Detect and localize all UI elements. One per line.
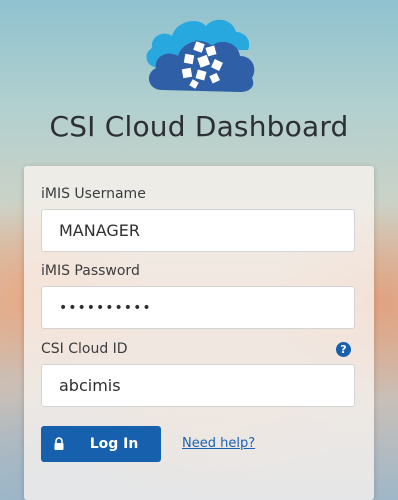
csi-cloud-logo	[140, 10, 258, 98]
username-input[interactable]: MANAGER	[41, 209, 355, 252]
password-label: iMIS Password	[41, 263, 140, 279]
page-title: CSI Cloud Dashboard	[49, 110, 349, 143]
username-value: MANAGER	[59, 221, 141, 240]
password-input[interactable]: ••••••••••	[41, 286, 355, 329]
cloud-id-input[interactable]: abcimis	[41, 364, 355, 407]
login-button-label: Log In	[89, 436, 139, 452]
login-panel: iMIS Username MANAGER iMIS Password ••••…	[24, 166, 374, 500]
question-circle-icon[interactable]: ?	[336, 342, 351, 357]
username-label: iMIS Username	[41, 186, 146, 202]
cloud-id-label: CSI Cloud ID	[41, 341, 128, 357]
need-help-link[interactable]: Need help?	[182, 436, 255, 451]
cloud-id-value: abcimis	[59, 376, 121, 395]
login-button[interactable]: Log In	[41, 426, 161, 462]
password-masked-value: ••••••••••	[59, 299, 152, 316]
csi-cloud-logo-icon	[146, 19, 255, 92]
